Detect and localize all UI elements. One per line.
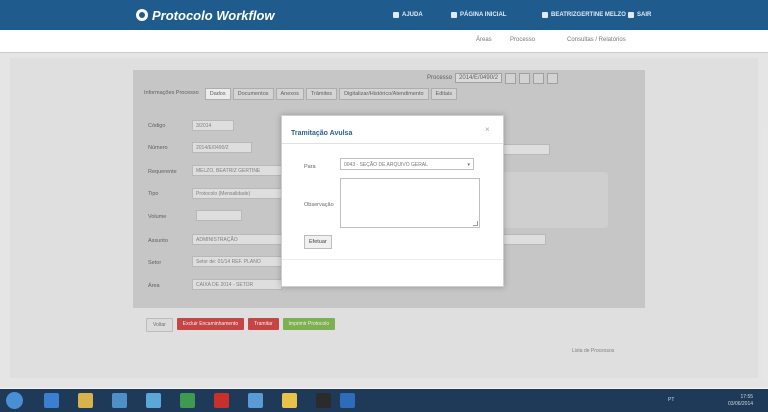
paint-icon[interactable] [248,393,263,408]
notes-icon[interactable] [282,393,297,408]
modal-title: Tramitação Avulsa [291,130,353,137]
subnav-areas[interactable]: Áreas [476,37,492,43]
home-icon [451,12,457,18]
taskbar-clock[interactable]: 17:55 03/06/2014 [728,394,753,408]
logout-link[interactable]: Sair [628,10,651,20]
observacao-label: Observação [304,202,334,208]
top-navbar: Protocolo Workflow Ajuda Página Inicial … [0,0,768,30]
ie-icon[interactable] [44,393,59,408]
excel-icon[interactable] [180,393,195,408]
modal-divider [282,143,503,144]
efetuar-button[interactable]: Efetuar [304,235,332,249]
subnav-consultas[interactable]: Consultas / Relatórios [567,37,626,43]
para-select[interactable]: 0043 - SEÇÃO DE ARQUIVO GERAL ▾ [340,158,474,170]
sub-navbar: Áreas Processo Consultas / Relatórios [0,30,768,53]
modal-footer-divider [282,259,503,260]
observacao-textarea[interactable] [340,178,480,228]
help-icon [393,12,399,18]
home-link[interactable]: Página Inicial [451,10,506,20]
start-icon[interactable] [6,392,23,409]
user-icon [542,12,548,18]
user-link[interactable]: Beatrizgertine Melzo [542,10,626,20]
logout-icon [628,12,634,18]
app-title: Protocolo Workflow [152,7,275,23]
explorer-icon[interactable] [78,393,93,408]
modal-close-icon[interactable]: × [485,125,490,134]
system-tray[interactable]: PT [668,397,674,403]
tramitacao-modal: Tramitação Avulsa × Para 0043 - SEÇÃO DE… [281,115,504,287]
para-label: Para [304,164,316,170]
acrobat-icon[interactable] [214,393,229,408]
resize-handle-icon[interactable] [473,221,478,226]
help-link[interactable]: Ajuda [393,10,423,20]
logo-icon [136,9,148,21]
cmd-icon[interactable] [316,393,331,408]
chevron-down-icon: ▾ [467,162,470,168]
app-brand[interactable]: Protocolo Workflow [136,7,275,23]
folder-icon[interactable] [112,393,127,408]
windows-taskbar: PT 17:55 03/06/2014 [0,389,768,412]
chrome-icon[interactable] [146,393,161,408]
word-icon[interactable] [340,393,355,408]
subnav-processo[interactable]: Processo [510,37,535,43]
